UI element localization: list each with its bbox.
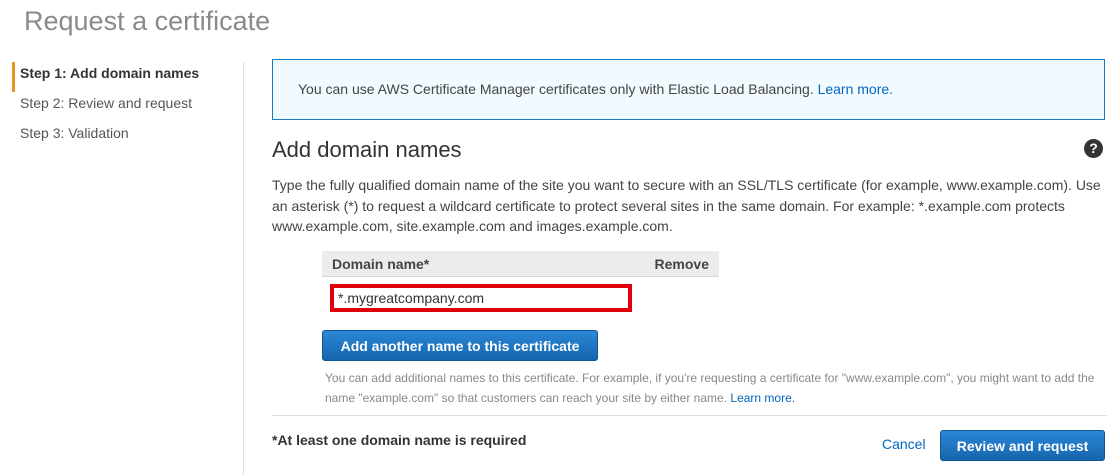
step-review-and-request[interactable]: Step 2: Review and request xyxy=(12,92,243,122)
page-title: Request a certificate xyxy=(24,6,271,36)
column-domain-name: Domain name* xyxy=(332,256,430,272)
section-title: Add domain names xyxy=(272,137,462,162)
domain-table: Domain name* Remove xyxy=(322,251,719,312)
domain-name-input[interactable] xyxy=(330,284,632,312)
required-note: *At least one domain name is required xyxy=(272,432,527,448)
section-description: Type the fully qualified domain name of … xyxy=(272,177,1101,234)
step-validation[interactable]: Step 3: Validation xyxy=(12,122,243,152)
add-another-name-button[interactable]: Add another name to this certificate xyxy=(322,330,598,361)
hint-learn-more-link[interactable]: Learn more. xyxy=(730,391,795,405)
step-add-domain-names[interactable]: Step 1: Add domain names xyxy=(12,62,243,92)
info-learn-more-link[interactable]: Learn more. xyxy=(818,81,893,97)
additional-names-hint: You can add additional names to this cer… xyxy=(325,368,1110,408)
review-and-request-button[interactable]: Review and request xyxy=(940,430,1105,461)
info-text: You can use AWS Certificate Manager cert… xyxy=(298,81,814,97)
wizard-steps: Step 1: Add domain names Step 2: Review … xyxy=(12,62,244,475)
table-header: Domain name* Remove xyxy=(322,251,719,277)
info-message: You can use AWS Certificate Manager cert… xyxy=(298,81,893,97)
help-icon[interactable]: ? xyxy=(1084,139,1103,158)
divider xyxy=(272,415,1107,416)
hint-text: You can add additional names to this cer… xyxy=(325,371,1095,405)
info-banner: You can use AWS Certificate Manager cert… xyxy=(272,59,1105,120)
cancel-link[interactable]: Cancel xyxy=(882,436,926,452)
column-remove: Remove xyxy=(654,256,709,272)
